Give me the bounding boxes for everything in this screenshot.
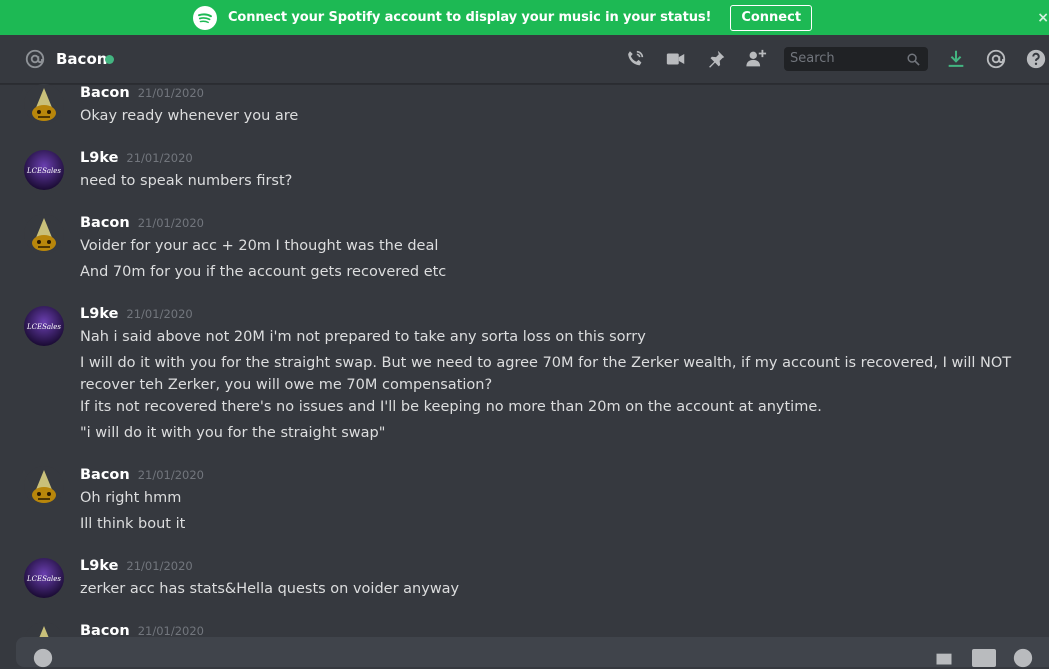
message-timestamp: 21/01/2020: [137, 86, 205, 100]
message-text: If its not recovered there's no issues a…: [80, 399, 822, 415]
message-text: And 70m for you if the account gets reco…: [80, 264, 447, 280]
channel-header: Bacon Search: [0, 35, 1049, 84]
message-timestamp: 21/01/2020: [137, 216, 205, 230]
avatar-label: LCESales: [26, 167, 61, 175]
banner-text: Connect your Spotify account to display …: [227, 10, 712, 25]
message-list: Bacon 21/01/2020 Okay ready whenever you …: [0, 84, 1049, 637]
message-input[interactable]: [16, 637, 1049, 669]
message-author[interactable]: Bacon 21/01/2020: [80, 85, 204, 101]
gift-icon[interactable]: [934, 647, 954, 667]
party-hat-avatar[interactable]: [24, 622, 64, 637]
message-text: zerker acc has stats&Hella quests on voi…: [80, 581, 460, 597]
download-icon[interactable]: [945, 48, 967, 70]
message-text: Nah i said above not 20M i'm not prepare…: [80, 329, 646, 345]
status-indicator: [105, 55, 114, 64]
party-hat-avatar[interactable]: [24, 84, 64, 124]
spotify-icon: [192, 5, 217, 30]
add-attachment-icon[interactable]: [32, 647, 54, 669]
channel-title: Bacon: [56, 50, 108, 68]
party-hat-avatar[interactable]: [24, 466, 64, 506]
spotify-connect-banner: Connect your Spotify account to display …: [0, 0, 1049, 35]
message-author[interactable]: Bacon 21/01/2020: [80, 623, 204, 637]
message-author[interactable]: L9ke 21/01/2020: [80, 306, 193, 322]
pin-icon[interactable]: [705, 48, 727, 70]
add-friend-icon[interactable]: [745, 48, 767, 70]
lcesales-avatar[interactable]: LCESales: [24, 150, 64, 190]
at-sign-icon: [25, 49, 45, 69]
message-author[interactable]: Bacon 21/01/2020: [80, 467, 204, 483]
gif-icon[interactable]: [972, 649, 996, 667]
search-placeholder: Search: [790, 51, 835, 66]
message-text: Okay ready whenever you are: [80, 108, 299, 124]
mentions-icon[interactable]: [985, 48, 1007, 70]
lcesales-avatar[interactable]: LCESales: [24, 558, 64, 598]
message-timestamp: 21/01/2020: [126, 151, 193, 165]
message-text: need to speak numbers first?: [80, 173, 293, 189]
message-author[interactable]: L9ke 21/01/2020: [80, 558, 193, 574]
close-icon[interactable]: ×: [1037, 10, 1049, 26]
connect-button[interactable]: Connect: [730, 4, 813, 31]
message-timestamp: 21/01/2020: [137, 468, 205, 482]
avatar-label: LCESales: [26, 323, 61, 331]
message-text: Ill think bout it: [80, 516, 186, 532]
search-icon: [907, 53, 920, 66]
call-icon[interactable]: [624, 48, 646, 70]
search-input[interactable]: Search: [784, 47, 928, 71]
video-call-icon[interactable]: [665, 48, 687, 70]
help-icon[interactable]: [1025, 48, 1047, 70]
message-text: Voider for your acc + 20m I thought was …: [80, 238, 439, 254]
message-text: "i will do it with you for the straight …: [80, 425, 386, 441]
message-timestamp: 21/01/2020: [126, 307, 193, 321]
emoji-icon[interactable]: [1012, 647, 1034, 669]
message-timestamp: 21/01/2020: [137, 624, 205, 637]
message-text: I will do it with you for the straight s…: [80, 355, 1012, 393]
lcesales-avatar[interactable]: LCESales: [24, 306, 64, 346]
message-timestamp: 21/01/2020: [126, 559, 193, 573]
avatar-label: LCESales: [26, 575, 61, 583]
message-author[interactable]: L9ke 21/01/2020: [80, 150, 193, 166]
message-text: Oh right hmm: [80, 490, 182, 506]
message-author[interactable]: Bacon 21/01/2020: [80, 215, 204, 231]
party-hat-avatar[interactable]: [24, 214, 64, 254]
